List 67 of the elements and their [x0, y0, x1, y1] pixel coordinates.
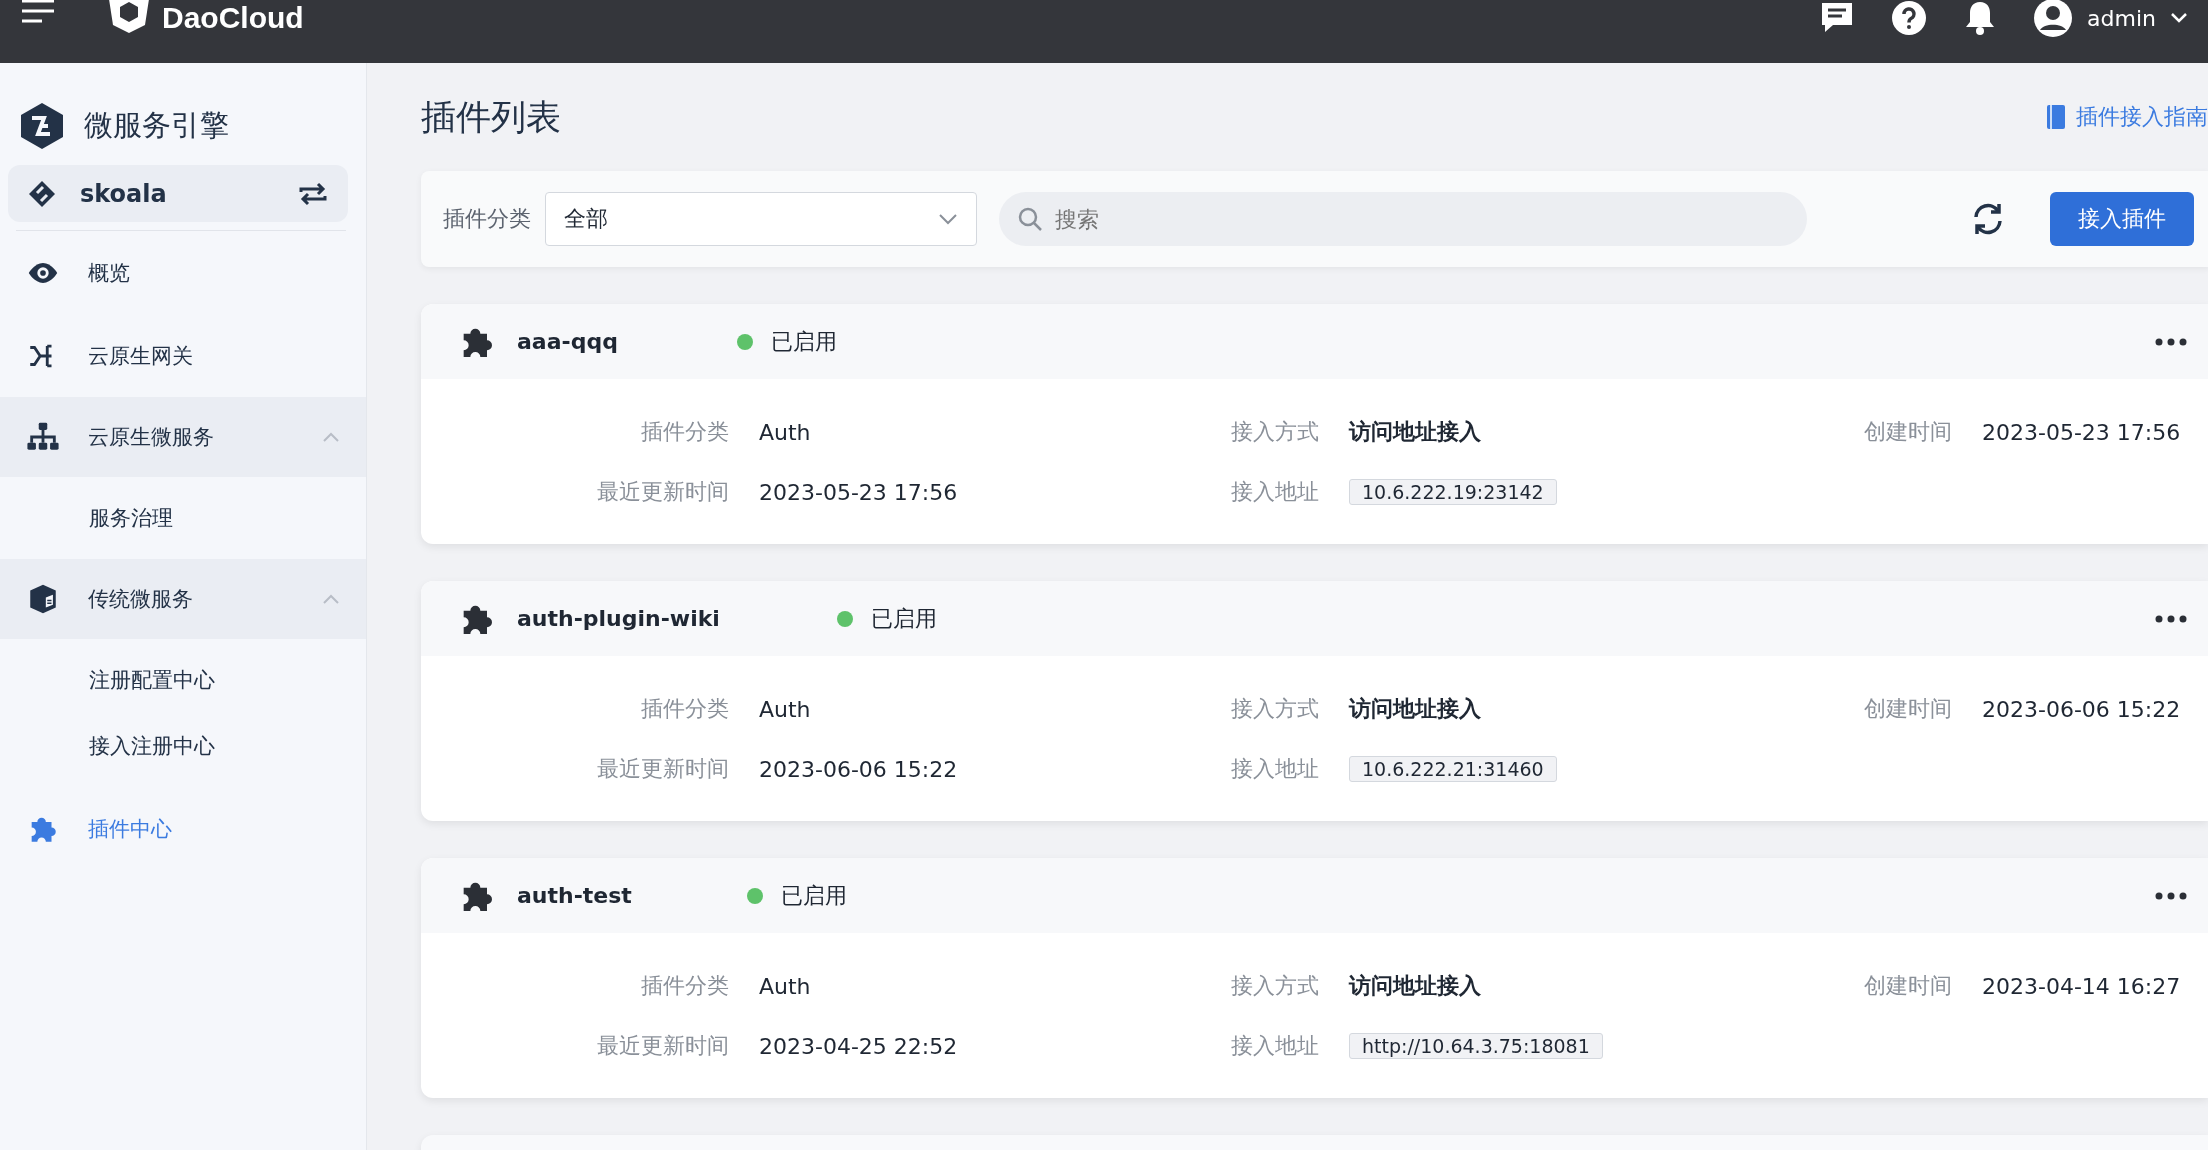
- brand-name: DaoCloud: [162, 0, 304, 36]
- engine-logo-icon: [20, 102, 64, 150]
- nav-subitem[interactable]: 接入注册中心: [0, 713, 366, 779]
- plugin-name[interactable]: auth-plugin-wiki: [517, 606, 837, 631]
- field-label: 接入地址: [1230, 1032, 1319, 1060]
- field-value: 2023-04-25 22:52: [759, 1033, 959, 1059]
- address-tag: 10.6.222.21:31460: [1349, 756, 1557, 782]
- field-value: 2023-04-14 16:27: [1982, 973, 2182, 999]
- plugin-name[interactable]: auth-test: [517, 883, 747, 908]
- category-select[interactable]: 全部: [545, 192, 977, 246]
- field-value: 访问地址接入: [1349, 972, 1482, 1000]
- help-icon[interactable]: [1891, 0, 1928, 36]
- field-value: Auth: [759, 973, 812, 999]
- menu-icon[interactable]: [22, 0, 56, 24]
- field-label: 最近更新时间: [596, 1032, 729, 1060]
- field-value: Auth: [759, 419, 812, 445]
- field-label: 接入方式: [1230, 972, 1319, 1000]
- field-label: 插件分类: [640, 418, 729, 446]
- search-field[interactable]: 搜索: [999, 192, 1807, 246]
- plugin-name[interactable]: aaa-qqq: [517, 329, 737, 354]
- field-label: 创建时间: [1863, 972, 1952, 1000]
- field-label: 最近更新时间: [596, 755, 729, 783]
- chevron-down-icon[interactable]: [2170, 12, 2188, 24]
- guide-link[interactable]: 插件接入指南: [2046, 102, 2208, 132]
- field-label: 最近更新时间: [596, 478, 729, 506]
- status-text: 已启用: [771, 327, 837, 356]
- field-value: 2023-05-23 17:56: [759, 479, 959, 505]
- field-label: 接入地址: [1230, 478, 1319, 506]
- book-icon: [2046, 104, 2066, 130]
- category-label: 插件分类: [443, 205, 531, 233]
- add-plugin-button[interactable]: 接入插件: [2050, 192, 2194, 246]
- field-label: 接入方式: [1230, 695, 1319, 723]
- field-value: 2023-05-23 17:56: [1982, 419, 2182, 445]
- swap-icon: [298, 180, 328, 207]
- nav-subitem[interactable]: 服务治理: [0, 485, 366, 551]
- nav-subitem[interactable]: 注册配置中心: [0, 647, 366, 713]
- nav-item[interactable]: 插件中心: [0, 787, 366, 870]
- workspace-switcher[interactable]: skoala: [8, 165, 348, 222]
- field-label: 创建时间: [1863, 418, 1952, 446]
- user-name[interactable]: admin: [2087, 5, 2156, 31]
- nav-item[interactable]: 传统微服务: [0, 559, 366, 639]
- status-text: 已启用: [781, 881, 847, 910]
- nav-item[interactable]: 概览: [0, 231, 366, 314]
- field-label: 创建时间: [1863, 695, 1952, 723]
- field-label: 插件分类: [640, 972, 729, 1000]
- search-icon: [1017, 206, 1043, 232]
- page-title: 插件列表: [421, 95, 562, 139]
- address-tag: 10.6.222.19:23142: [1349, 479, 1557, 505]
- field-label: 接入方式: [1230, 418, 1319, 446]
- field-value: 2023-06-06 15:22: [1982, 696, 2182, 722]
- nav-item[interactable]: 云原生微服务: [0, 397, 366, 477]
- field-value: 访问地址接入: [1349, 695, 1482, 723]
- status-text: 已启用: [871, 604, 937, 633]
- diamond-icon: [28, 179, 56, 208]
- more-icon[interactable]: [2154, 890, 2188, 901]
- field-value: 访问地址接入: [1349, 418, 1482, 446]
- field-label: 插件分类: [640, 695, 729, 723]
- address-tag: http://10.64.3.75:18081: [1349, 1033, 1603, 1059]
- field-value: Auth: [759, 696, 812, 722]
- field-label: 接入地址: [1230, 755, 1319, 783]
- more-icon[interactable]: [2154, 613, 2188, 624]
- avatar-icon[interactable]: [2033, 0, 2074, 38]
- more-icon[interactable]: [2154, 336, 2188, 347]
- nav-item[interactable]: 云原生网关: [0, 314, 366, 397]
- field-value: 2023-06-06 15:22: [759, 756, 959, 782]
- chevron-down-icon: [938, 213, 958, 225]
- sidebar-title: 微服务引擎: [84, 107, 229, 144]
